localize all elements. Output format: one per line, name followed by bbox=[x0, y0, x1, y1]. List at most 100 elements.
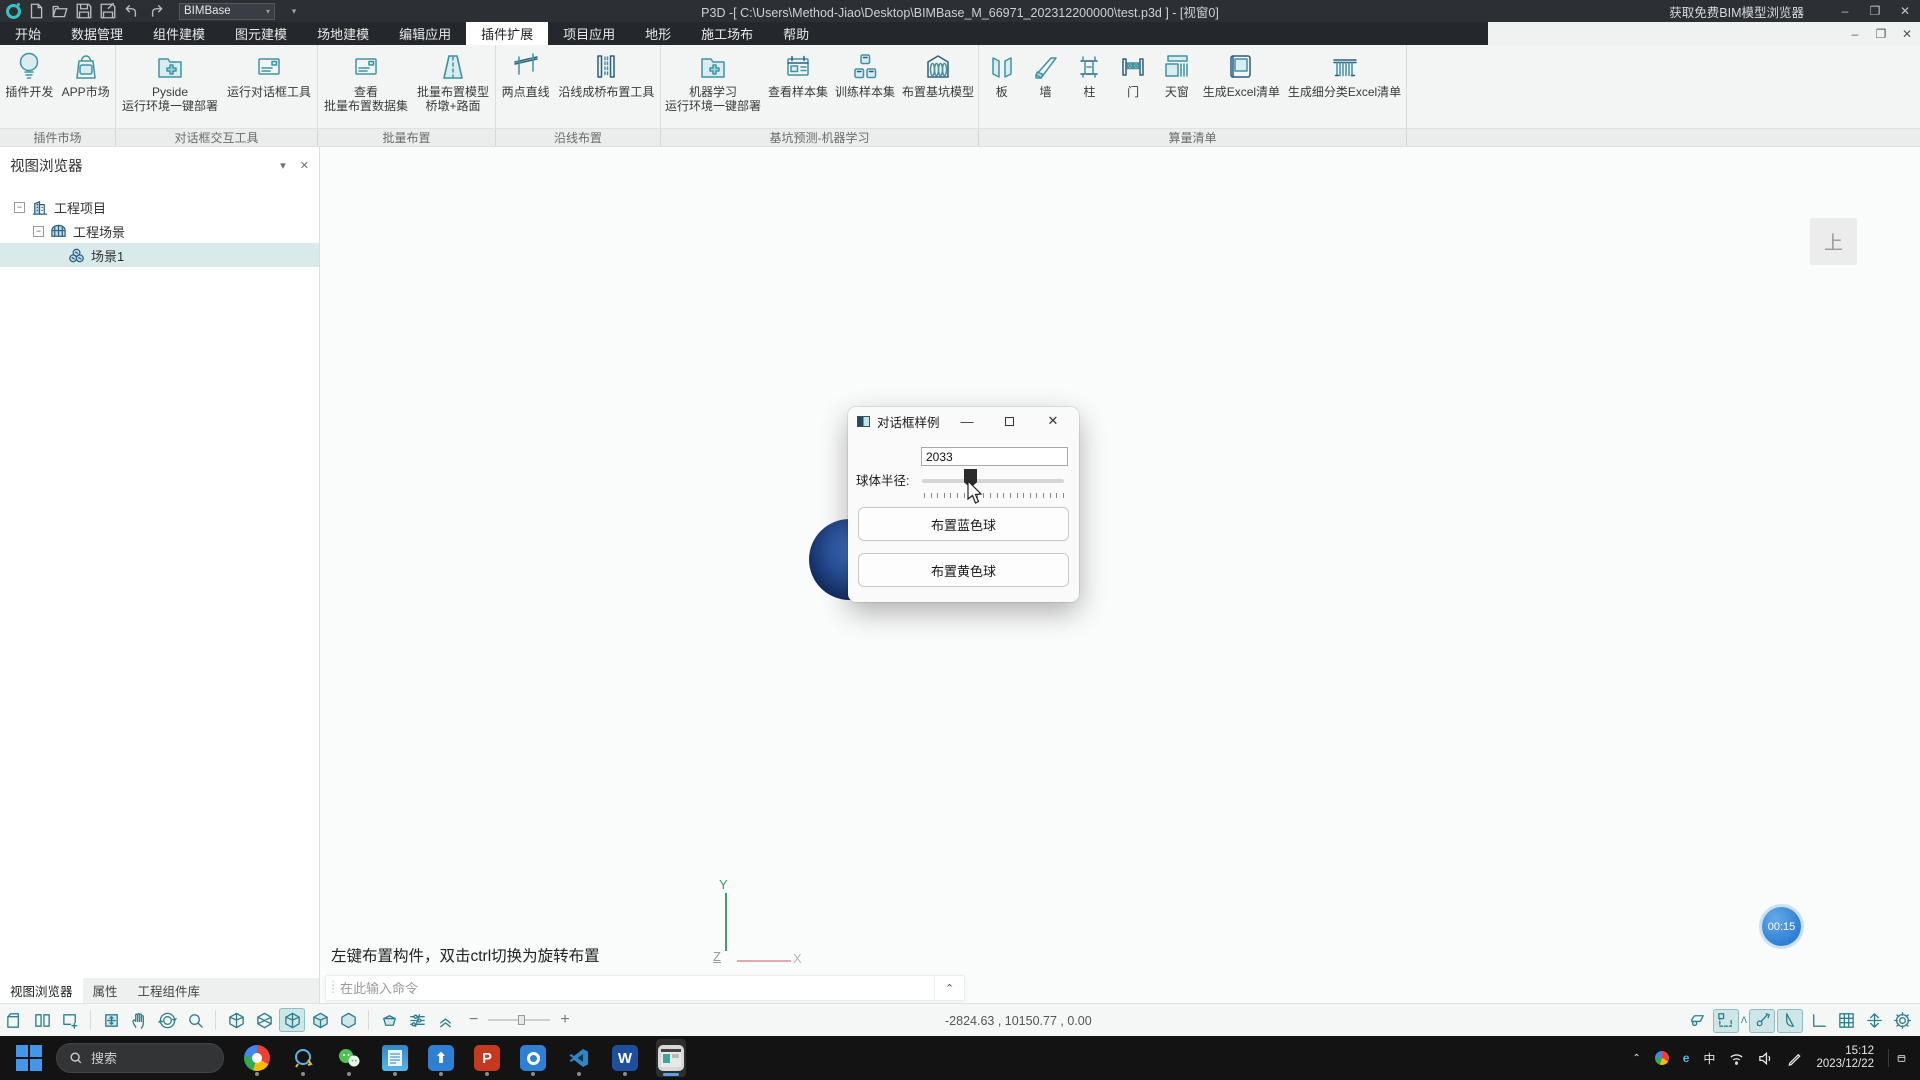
view-batch-dataset-button[interactable]: 查看 批量布置数据集 bbox=[321, 49, 411, 128]
two-point-line-button[interactable]: 两点直线 bbox=[499, 49, 553, 128]
tab-edit-apply[interactable]: 编辑应用 bbox=[384, 22, 466, 45]
radius-input[interactable] bbox=[921, 447, 1068, 466]
mdi-restore-button[interactable]: ❐ bbox=[1868, 22, 1894, 45]
collapse-expander-icon[interactable]: − bbox=[33, 226, 44, 237]
redo-button[interactable] bbox=[147, 3, 165, 19]
tab-properties[interactable]: 属性 bbox=[83, 978, 128, 1003]
undo-button[interactable] bbox=[123, 3, 141, 19]
taskbar-app-notepad[interactable] bbox=[380, 1039, 410, 1077]
dynamic-move-button[interactable] bbox=[1861, 1009, 1887, 1033]
taskbar-app-p3d-active[interactable] bbox=[656, 1039, 686, 1077]
fit-extents-button[interactable] bbox=[98, 1008, 124, 1032]
grid-toggle-button[interactable] bbox=[1833, 1009, 1859, 1033]
panel-close-icon[interactable]: ✕ bbox=[300, 159, 309, 172]
taskbar-app-nav[interactable]: ⬆ bbox=[426, 1039, 456, 1077]
taskbar-app-wechat[interactable] bbox=[334, 1039, 364, 1077]
train-sample-set-button[interactable]: 训练样本集 bbox=[832, 49, 898, 128]
pen-icon[interactable] bbox=[1787, 1051, 1802, 1066]
tab-component-modeling[interactable]: 组件建模 bbox=[138, 22, 220, 45]
tray-edge-icon[interactable]: e bbox=[1683, 1051, 1690, 1065]
tab-element-modeling[interactable]: 图元建模 bbox=[220, 22, 302, 45]
tab-view-browser[interactable]: 视图浏览器 bbox=[0, 978, 83, 1003]
skylight-button[interactable]: 天窗 bbox=[1156, 49, 1198, 128]
tab-construction-layout[interactable]: 施工场布 bbox=[686, 22, 768, 45]
save-button[interactable] bbox=[75, 3, 93, 19]
tree-item-scene1[interactable]: 场景1 bbox=[0, 243, 319, 267]
place-yellow-sphere-button[interactable]: 布置黄色球 bbox=[858, 553, 1069, 587]
system-clock[interactable]: 15:12 2023/12/22 bbox=[1816, 1045, 1874, 1071]
search-input[interactable] bbox=[91, 1051, 191, 1066]
minimize-button[interactable]: – bbox=[1830, 0, 1860, 22]
dialog-minimize-button[interactable]: — bbox=[950, 407, 984, 435]
new-view-button[interactable] bbox=[1, 1008, 27, 1032]
endpoint-snap-button[interactable] bbox=[1749, 1009, 1775, 1033]
viewport-canvas[interactable]: 上 00:15 左键布置构件，双击ctrl切换为旋转布置 Y Z X ⋮⋮ ⌃ bbox=[321, 147, 1920, 1003]
tab-plugin-extension[interactable]: 插件扩展 bbox=[466, 22, 548, 45]
open-file-button[interactable] bbox=[51, 3, 69, 19]
taskbar-app-bimbase[interactable] bbox=[518, 1039, 548, 1077]
collapse-expander-icon[interactable]: − bbox=[14, 202, 25, 213]
wireframe-display-button[interactable] bbox=[223, 1008, 249, 1032]
zoom-in-button[interactable]: + bbox=[560, 1011, 569, 1029]
tab-terrain[interactable]: 地形 bbox=[630, 22, 686, 45]
taskbar-app-vscode[interactable] bbox=[564, 1039, 594, 1077]
drag-handle-icon[interactable]: ⋮⋮ bbox=[326, 984, 340, 992]
notification-center-icon[interactable] bbox=[1888, 1049, 1906, 1067]
dialog-close-button[interactable]: ✕ bbox=[1036, 407, 1070, 435]
hidden-line-display-button[interactable] bbox=[251, 1008, 277, 1032]
shaded-edges-display-button[interactable] bbox=[307, 1008, 333, 1032]
tray-chrome-icon[interactable] bbox=[1655, 1051, 1669, 1065]
ime-indicator[interactable]: 中 bbox=[1703, 1050, 1715, 1067]
taskbar-app-qq[interactable] bbox=[288, 1039, 318, 1077]
wifi-icon[interactable] bbox=[1729, 1051, 1744, 1066]
mdi-close-button[interactable]: ✕ bbox=[1894, 22, 1920, 45]
panel-collapse-icon[interactable]: ▾ bbox=[280, 159, 286, 172]
tab-home[interactable]: 开始 bbox=[0, 22, 56, 45]
pan-hand-button[interactable] bbox=[126, 1008, 152, 1032]
start-button[interactable] bbox=[16, 1045, 42, 1071]
slab-button[interactable]: 板 bbox=[981, 49, 1023, 128]
bridge-along-line-tool-button[interactable]: 沿线成桥布置工具 bbox=[555, 49, 657, 128]
nearest-snap-button[interactable] bbox=[1777, 1009, 1803, 1033]
view-sample-set-button[interactable]: 查看样本集 bbox=[765, 49, 831, 128]
lasso-select-button[interactable] bbox=[1685, 1009, 1711, 1033]
volume-icon[interactable] bbox=[1758, 1051, 1773, 1066]
run-dialog-tool-button[interactable]: 运行对话框工具 bbox=[224, 49, 314, 128]
taskbar-app-word[interactable]: W bbox=[610, 1039, 640, 1077]
close-button[interactable]: ✕ bbox=[1890, 0, 1920, 22]
restore-button[interactable]: ❐ bbox=[1860, 0, 1890, 22]
taskbar-search[interactable] bbox=[56, 1043, 224, 1073]
timer-bubble[interactable]: 00:15 bbox=[1762, 907, 1801, 946]
radius-slider-track[interactable] bbox=[922, 479, 1064, 483]
generate-detailed-excel-list-button[interactable]: 生成细分类Excel清单 bbox=[1285, 49, 1404, 128]
tab-data-management[interactable]: 数据管理 bbox=[56, 22, 138, 45]
plugin-dev-button[interactable]: 插件开发 bbox=[2, 49, 56, 128]
section-display-button[interactable] bbox=[376, 1008, 402, 1032]
zoom-out-button[interactable]: − bbox=[469, 1011, 478, 1029]
workspace-select[interactable]: BIMBase ▾ bbox=[179, 3, 275, 20]
toolbar-options-icon[interactable]: ▾ bbox=[285, 3, 303, 19]
taskbar-app-powerpoint[interactable]: P bbox=[472, 1039, 502, 1077]
place-blue-sphere-button[interactable]: 布置蓝色球 bbox=[858, 507, 1069, 541]
realistic-display-button[interactable] bbox=[335, 1008, 361, 1032]
tab-component-library[interactable]: 工程组件库 bbox=[128, 978, 211, 1003]
tree-item-scene-group[interactable]: − 工程场景 bbox=[0, 219, 319, 243]
settings-gear-button[interactable] bbox=[1889, 1009, 1915, 1033]
split-view-button[interactable] bbox=[29, 1008, 55, 1032]
zoom-magnifier-button[interactable] bbox=[182, 1008, 208, 1032]
pyside-deploy-button[interactable]: Pyside 运行环境一键部署 bbox=[119, 49, 221, 128]
place-pit-model-button[interactable]: 布置基坑模型 bbox=[899, 49, 977, 128]
batch-model-pier-road-button[interactable]: 批量布置模型 桥墩+路面 bbox=[414, 49, 492, 128]
promo-link[interactable]: 获取免费BIM模型浏览器 bbox=[1669, 2, 1804, 21]
column-button[interactable]: 柱 bbox=[1068, 49, 1110, 128]
new-file-button[interactable] bbox=[27, 3, 45, 19]
taskbar-app-chrome[interactable] bbox=[242, 1039, 272, 1077]
rect-select-button[interactable] bbox=[1713, 1009, 1739, 1033]
generate-excel-list-button[interactable]: 安 生成Excel清单 bbox=[1200, 49, 1283, 128]
shaded-display-button[interactable] bbox=[279, 1008, 305, 1032]
app-market-button[interactable]: APP APP市场 bbox=[59, 49, 113, 128]
save-as-button[interactable] bbox=[99, 3, 117, 19]
zoom-slider-track[interactable] bbox=[488, 1019, 550, 1021]
collapse-toolbar-button[interactable] bbox=[432, 1008, 458, 1032]
select-mode-chevron-icon[interactable]: ᐱ bbox=[1741, 1015, 1747, 1026]
